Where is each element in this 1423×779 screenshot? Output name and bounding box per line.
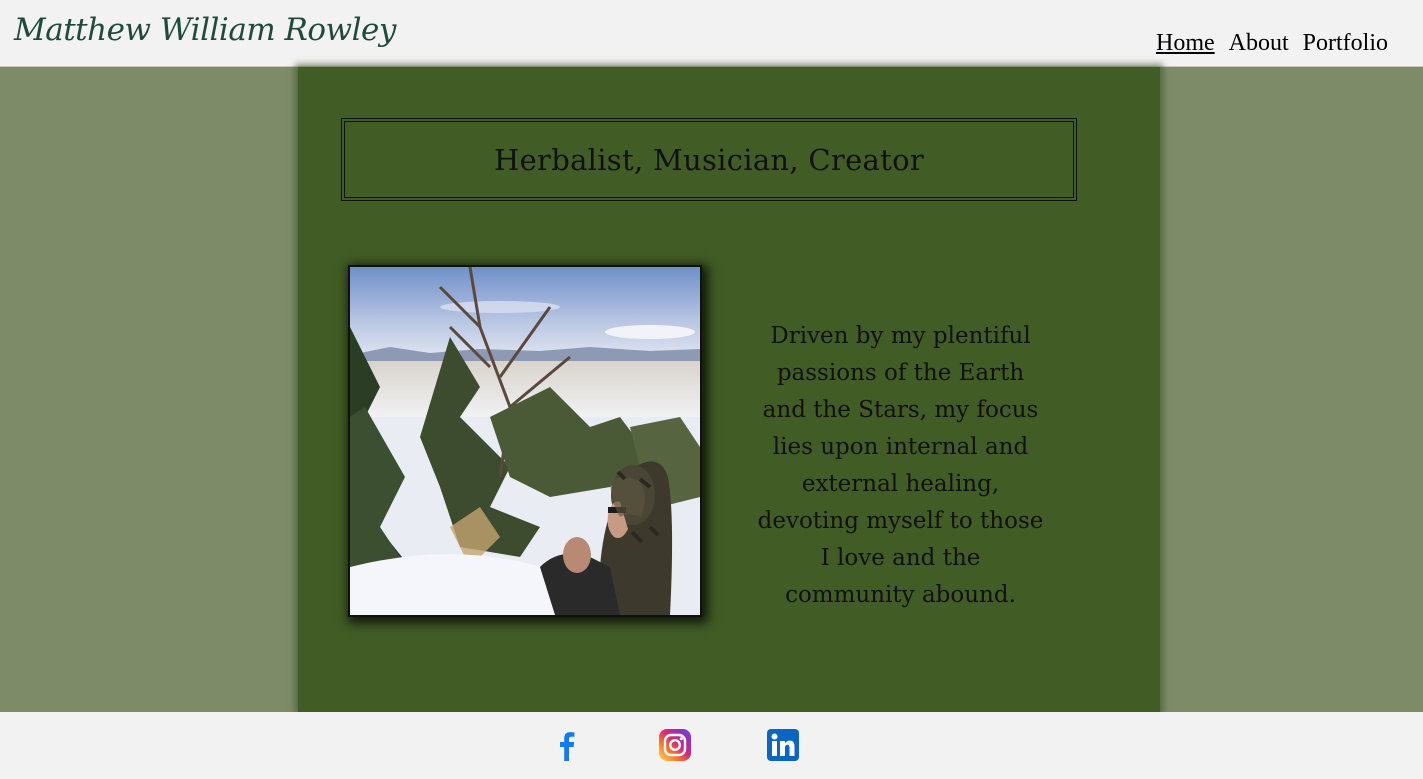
profile-photo-image	[350, 267, 700, 615]
main-nav: Home About Portfolio	[1156, 30, 1388, 57]
tagline-box: Herbalist, Musician, Creator	[341, 118, 1077, 201]
site-title[interactable]: Matthew William Rowley	[14, 12, 396, 48]
nav-about-link[interactable]: About	[1229, 30, 1289, 57]
tagline: Herbalist, Musician, Creator	[493, 142, 925, 177]
instagram-icon[interactable]	[658, 728, 692, 762]
profile-photo	[348, 265, 702, 617]
main-content-panel: Herbalist, Musician, Creator Driven by m…	[298, 67, 1160, 712]
bio-text: Driven by my plentiful passions of the E…	[757, 323, 1044, 608]
facebook-icon[interactable]	[550, 728, 584, 762]
linkedin-icon[interactable]	[766, 728, 800, 762]
nav-portfolio-link[interactable]: Portfolio	[1303, 30, 1388, 57]
nav-home-link[interactable]: Home	[1156, 30, 1215, 57]
site-header: Matthew William Rowley Home About Portfo…	[0, 0, 1423, 67]
site-footer	[0, 712, 1423, 779]
